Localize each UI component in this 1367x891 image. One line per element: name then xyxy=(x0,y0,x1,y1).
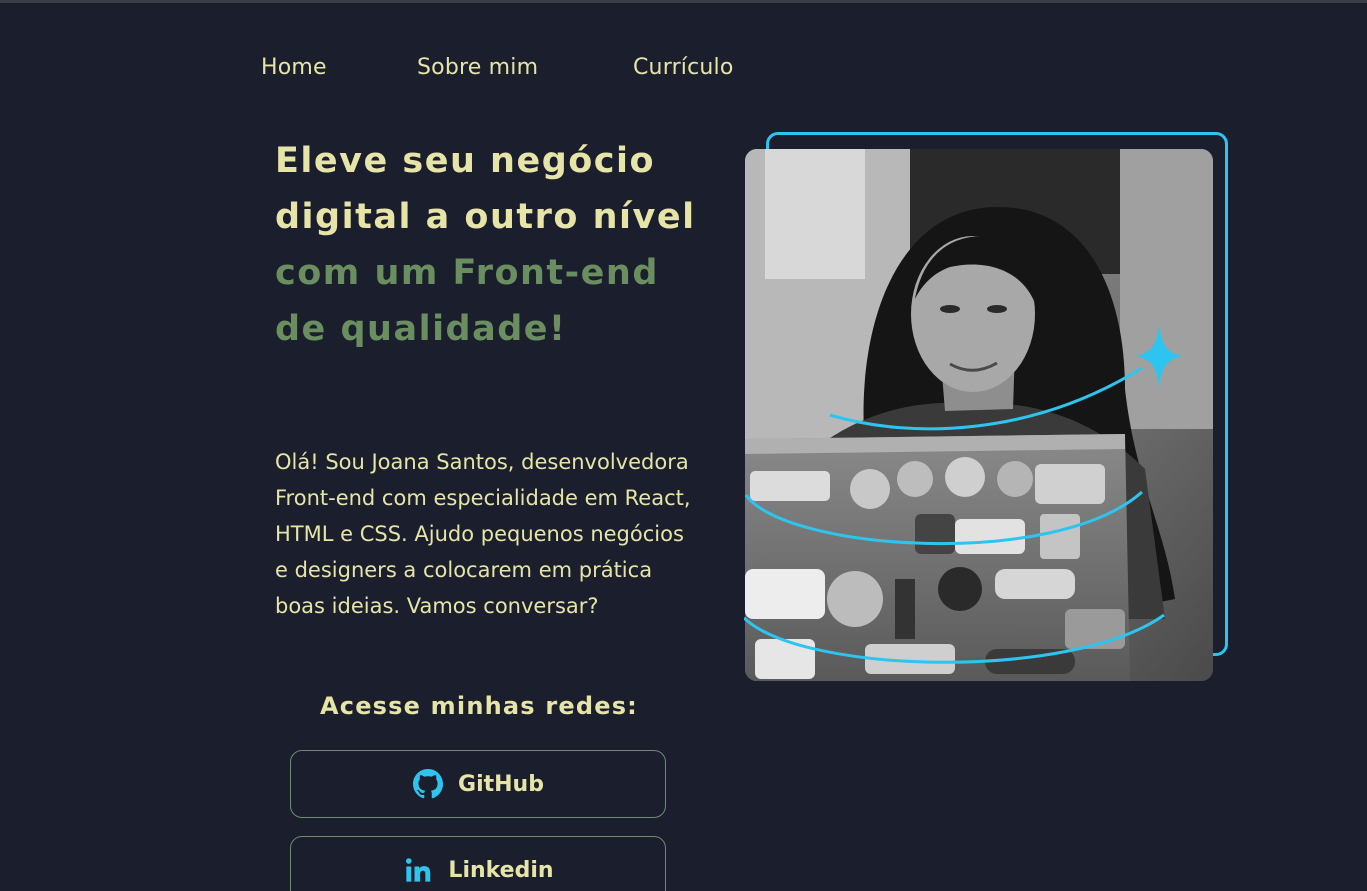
linkedin-icon xyxy=(402,854,434,886)
github-button[interactable]: GitHub xyxy=(290,750,666,818)
window-top-border xyxy=(0,0,1367,3)
hero-headline: Eleve seu negócio digital a outro nível … xyxy=(275,133,715,357)
social-title: Acesse minhas redes: xyxy=(320,692,638,720)
headline-rest: com um Front-end de qualidade! xyxy=(275,253,659,349)
linkedin-label: Linkedin xyxy=(448,857,554,883)
linkedin-button[interactable]: Linkedin xyxy=(290,836,666,891)
nav-item-sobre-mim[interactable]: Sobre mim xyxy=(417,52,538,84)
profile-photo xyxy=(745,149,1213,681)
hero-photo-container xyxy=(744,130,1234,690)
nav-item-curriculo[interactable]: Currículo xyxy=(633,52,734,84)
nav-item-home[interactable]: Home xyxy=(261,52,327,84)
github-icon xyxy=(412,768,444,800)
headline-highlight: Eleve seu negócio digital a outro nível xyxy=(275,141,696,237)
github-label: GitHub xyxy=(458,771,544,797)
hero-intro: Olá! Sou Joana Santos, desenvolvedora Fr… xyxy=(275,450,691,618)
